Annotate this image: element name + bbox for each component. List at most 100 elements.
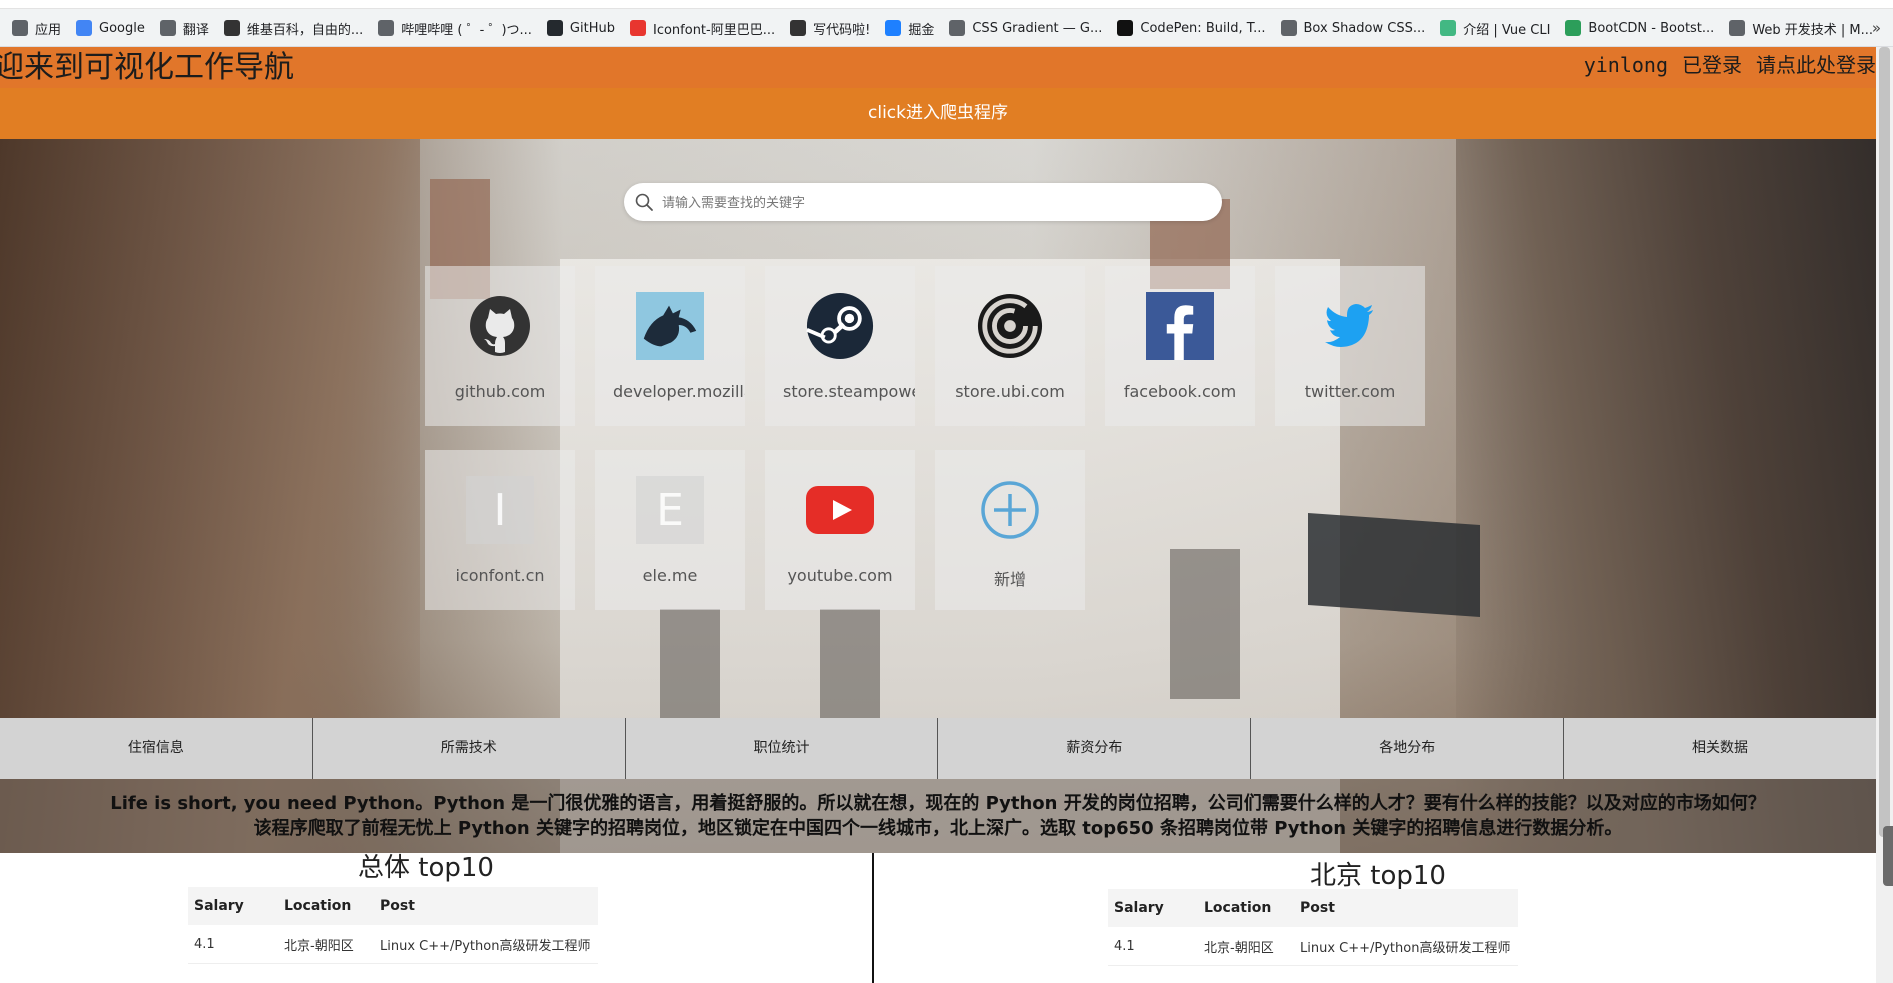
juejin-icon — [885, 20, 902, 36]
tile-github[interactable]: github.com — [425, 266, 575, 426]
github-icon — [546, 20, 563, 36]
iconfont-icon — [629, 20, 646, 36]
code-icon — [790, 20, 807, 36]
mdn-dino-icon — [636, 292, 704, 360]
scrollbar-thumb[interactable] — [1879, 47, 1890, 837]
search-input[interactable] — [660, 183, 1204, 223]
bookmark-item[interactable]: 维基百科，自由的... — [218, 14, 372, 42]
page-title: 迎来到可视化工作导航 — [0, 50, 294, 85]
bookmark-label: Web 开发技术 | M... — [1752, 22, 1874, 38]
overall-top10-table: Salary Location Post 4.1 北京-朝阳区 Linux C+… — [188, 887, 598, 964]
ubisoft-icon — [976, 292, 1044, 360]
background-shop-sign — [1308, 512, 1480, 618]
tab-salary[interactable]: 薪资分布 — [938, 718, 1252, 779]
tile-label: 新增 — [993, 570, 1026, 589]
google-icon — [76, 20, 93, 36]
vue-icon — [1440, 20, 1457, 36]
tab-locations[interactable]: 各地分布 — [1251, 718, 1565, 779]
iconfont-placeholder-icon: I — [466, 476, 534, 544]
bookmark-label: 哔哩哔哩 ( ゜- ゜)つ... — [401, 22, 532, 38]
bookmark-label: 应用 — [35, 22, 62, 38]
tile-mdn[interactable]: developer.mozilla.org — [595, 266, 745, 426]
bookmark-item[interactable]: Box Shadow CSS... — [1275, 14, 1435, 42]
table-row: 4.1 北京-朝阳区 Linux C++/Python高级研发工程师 — [188, 925, 598, 964]
github-icon — [466, 292, 534, 360]
tile-label: github.com — [454, 382, 546, 401]
bookmark-item[interactable]: CSS Gradient — G... — [943, 14, 1111, 42]
intro-text: Life is short, you need Python。Python 是一… — [0, 779, 1876, 853]
globe-icon — [1280, 20, 1297, 36]
bookmark-item[interactable]: CodePen: Build, T... — [1111, 14, 1274, 42]
bookmark-item[interactable]: 介绍 | Vue CLI — [1434, 14, 1559, 42]
tile-letter: E — [636, 476, 704, 544]
tile-youtube[interactable]: youtube.com — [765, 450, 915, 610]
bookmark-item[interactable]: GitHub — [541, 14, 624, 42]
tab-job-stats[interactable]: 职位统计 — [626, 718, 939, 779]
facebook-icon — [1146, 292, 1214, 360]
bookmark-item[interactable]: Iconfont-阿里巴巴... — [624, 14, 784, 42]
app-header: 迎来到可视化工作导航 yinlong 已登录 请点此处登录 — [0, 47, 1876, 88]
column-header: Location — [1204, 900, 1272, 916]
bookmark-item[interactable]: Google — [70, 14, 154, 42]
add-circle-icon — [976, 476, 1044, 544]
analysis-tabs: 住宿信息 所需技术 职位统计 薪资分布 各地分布 相关数据 — [0, 718, 1876, 779]
login-link[interactable]: 请点此处登录 — [1756, 51, 1876, 79]
background-window — [1170, 549, 1240, 699]
table-header: Salary Location Post — [188, 887, 598, 925]
tile-label: ele.me — [642, 566, 698, 585]
globe-icon — [949, 20, 966, 36]
bookmark-label: 维基百科，自由的... — [246, 22, 364, 38]
bookmarks-overflow-button[interactable]: » — [1872, 14, 1881, 42]
bookmark-item[interactable]: BootCDN - Bootst... — [1559, 14, 1723, 42]
tile-ubisoft[interactable]: store.ubi.com — [935, 266, 1085, 426]
tile-label: iconfont.cn — [455, 566, 545, 585]
beijing-top10-title: 北京 top10 — [1310, 861, 1446, 891]
tile-label: developer.mozilla.org — [613, 382, 745, 401]
tab-housing[interactable]: 住宿信息 — [0, 718, 313, 779]
steam-icon — [806, 292, 874, 360]
post-cell: Linux C++/Python高级研发工程师 — [1300, 940, 1511, 956]
post-cell: Linux C++/Python高级研发工程师 — [380, 938, 591, 954]
top10-panels: 总体 top10 Salary Location Post 4.1 北京-朝阳区… — [0, 853, 1876, 983]
tile-iconfont[interactable]: I iconfont.cn — [425, 450, 575, 610]
intro-line-2: 该程序爬取了前程无忧上 Python 关键字的招聘岗位，地区锁定在中国四个一线城… — [253, 818, 1623, 839]
beijing-top10-table: Salary Location Post 4.1 北京-朝阳区 Linux C+… — [1108, 889, 1518, 966]
bookmark-label: 介绍 | Vue CLI — [1463, 22, 1551, 38]
youtube-icon — [806, 476, 874, 544]
tile-add-new[interactable]: 新增 — [935, 450, 1085, 610]
bookmark-item[interactable]: Web 开发技术 | M... — [1723, 14, 1882, 42]
tab-skills[interactable]: 所需技术 — [313, 718, 626, 779]
bookmark-item[interactable]: 应用 — [6, 14, 70, 42]
column-header: Post — [380, 898, 415, 914]
bookmarks-bar: 应用 Google 翻译 维基百科，自由的... 哔哩哔哩 ( ゜- ゜)つ... Git… — [0, 0, 1893, 47]
side-panel-handle[interactable] — [1883, 826, 1893, 886]
salary-cell: 4.1 — [1114, 938, 1135, 954]
tab-related-data[interactable]: 相关数据 — [1564, 718, 1876, 779]
bookmark-label: CodePen: Build, T... — [1140, 20, 1266, 36]
bookmark-label: Iconfont-阿里巴巴... — [652, 22, 776, 38]
column-header: Location — [284, 898, 352, 914]
tile-letter: I — [466, 476, 534, 544]
column-header: Salary — [1114, 900, 1164, 916]
tile-eleme[interactable]: E ele.me — [595, 450, 745, 610]
bookmark-item[interactable]: 掘金 — [879, 14, 943, 42]
bookmark-item[interactable]: 翻译 — [154, 14, 218, 42]
bookmark-item[interactable]: 写代码啦! — [784, 14, 879, 42]
codepen-icon — [1117, 20, 1134, 36]
location-cell: 北京-朝阳区 — [1204, 940, 1274, 956]
tile-label: store.steampowered.com — [783, 382, 915, 401]
eleme-placeholder-icon: E — [636, 476, 704, 544]
apps-grid-icon — [12, 20, 28, 36]
bookmark-label: 写代码啦! — [813, 22, 871, 38]
tile-twitter[interactable]: twitter.com — [1275, 266, 1425, 426]
bookmark-label: Box Shadow CSS... — [1303, 20, 1426, 36]
column-header: Post — [1300, 900, 1335, 916]
bookmark-item[interactable]: 哔哩哔哩 ( ゜- ゜)つ... — [372, 14, 541, 42]
bookmark-label: 掘金 — [908, 22, 935, 38]
bookmark-label: 翻译 — [182, 22, 209, 38]
tile-facebook[interactable]: facebook.com — [1105, 266, 1255, 426]
search-bar — [624, 183, 1222, 223]
wikipedia-icon — [223, 20, 240, 36]
tile-steam[interactable]: store.steampowered.com — [765, 266, 915, 426]
crawler-link[interactable]: click进入爬虫程序 — [0, 88, 1876, 139]
